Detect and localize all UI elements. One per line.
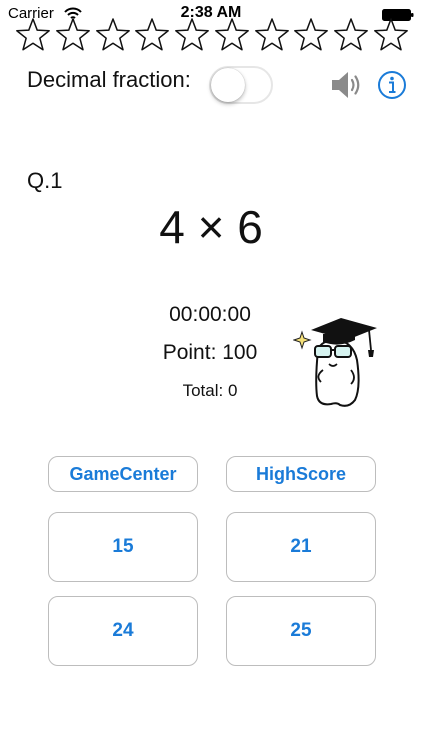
star-icon xyxy=(95,18,130,51)
timer: 00:00:00 xyxy=(169,303,251,326)
gamecenter-button[interactable]: GameCenter xyxy=(48,456,198,492)
answer-button-2[interactable]: 21 xyxy=(226,512,376,582)
star-rating-row xyxy=(14,16,410,54)
question-text: 4 × 6 xyxy=(159,201,263,253)
star-icon xyxy=(334,18,369,51)
toggle-knob xyxy=(211,68,245,102)
star-icon xyxy=(214,18,249,51)
star-icon xyxy=(135,18,170,51)
info-icon[interactable] xyxy=(377,70,407,100)
speaker-icon[interactable] xyxy=(330,70,362,100)
decimal-fraction-toggle[interactable] xyxy=(209,66,273,104)
star-icon xyxy=(294,18,329,51)
answer-button-3[interactable]: 24 xyxy=(48,596,198,666)
star-icon xyxy=(373,18,408,51)
points-label: Point: 100 xyxy=(162,341,258,364)
mascot-graduate-image xyxy=(293,318,377,407)
star-icon xyxy=(175,18,209,51)
question-number: Q.1 xyxy=(27,168,63,193)
answer-button-1[interactable]: 15 xyxy=(48,512,198,582)
star-icon xyxy=(16,18,50,51)
highscore-button[interactable]: HighScore xyxy=(226,456,376,492)
star-icon xyxy=(254,18,289,51)
decimal-fraction-label: Decimal fraction: xyxy=(27,67,191,92)
answer-button-4[interactable]: 25 xyxy=(226,596,376,666)
total-label: Total: 0 xyxy=(182,381,238,400)
star-icon xyxy=(55,18,90,51)
